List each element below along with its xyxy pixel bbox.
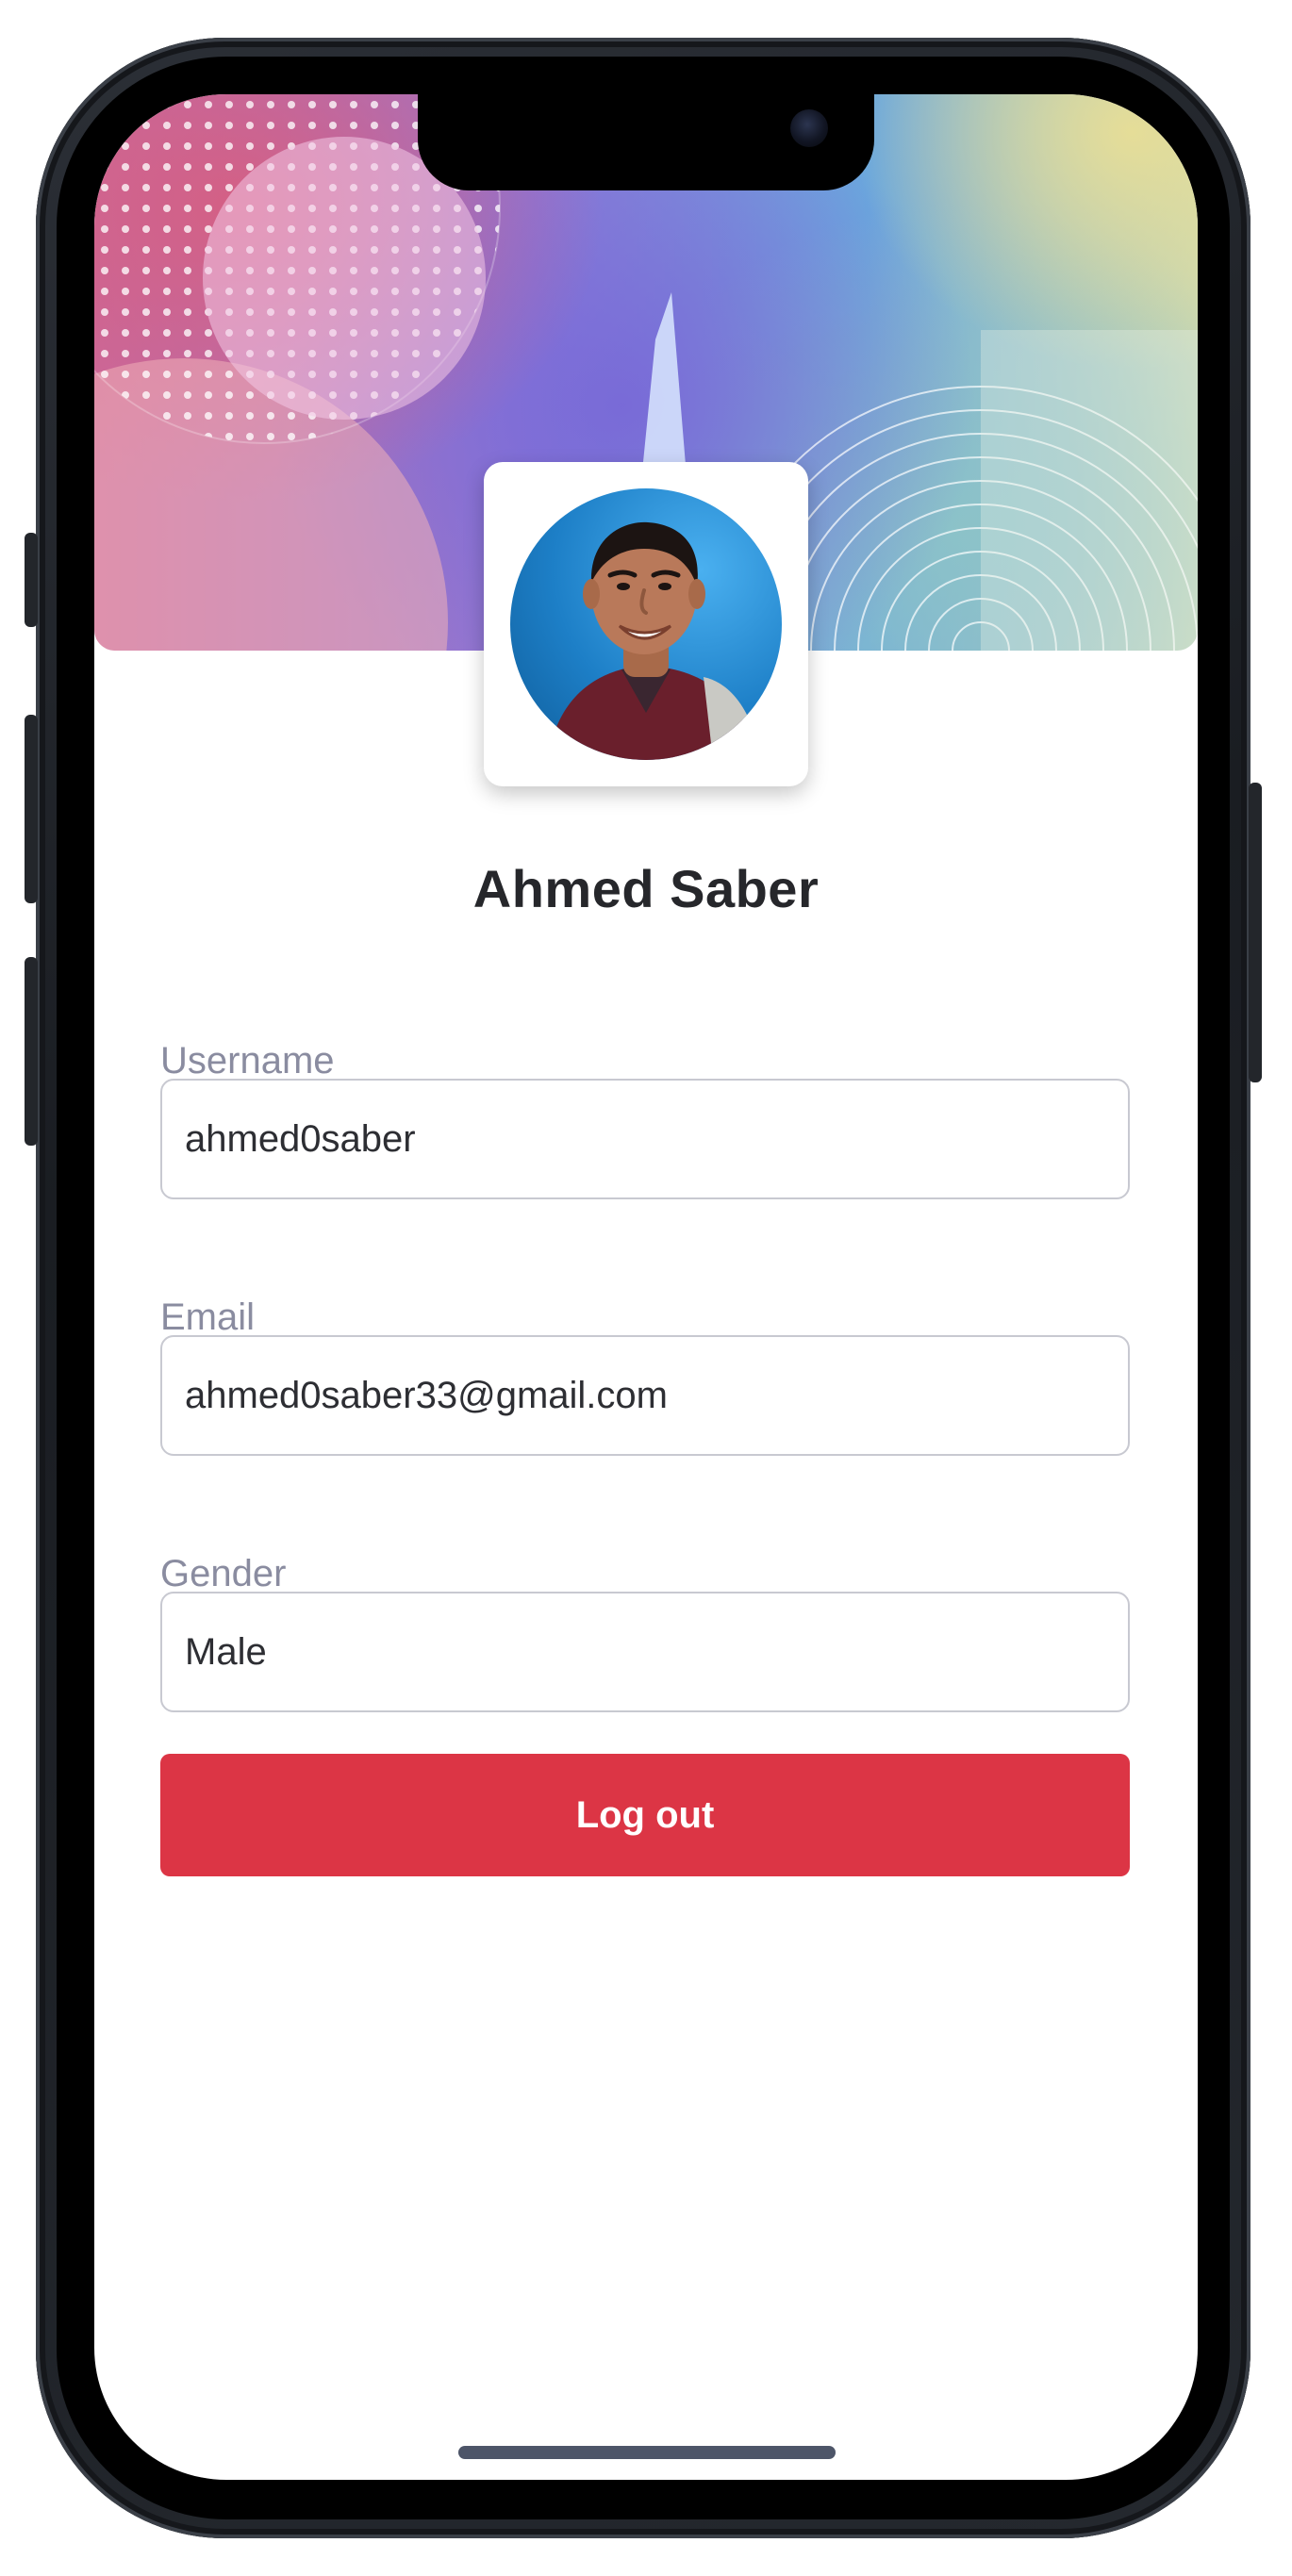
power-button: [1249, 783, 1262, 1082]
gender-label: Gender: [160, 1553, 287, 1594]
email-label: Email: [160, 1296, 256, 1338]
front-camera-icon: [790, 109, 828, 147]
banner-light-panel: [981, 330, 1198, 651]
phone-mockup: Ahmed Saber Username ahmed0saber Email a…: [0, 0, 1292, 2576]
user-photo-icon: [548, 521, 757, 760]
email-field[interactable]: ahmed0saber33@gmail.com: [160, 1335, 1130, 1456]
gender-field[interactable]: Male: [160, 1592, 1130, 1712]
home-indicator[interactable]: [458, 2446, 836, 2459]
volume-up-button: [25, 715, 38, 903]
profile-name: Ahmed Saber: [472, 859, 820, 918]
email-value: ahmed0saber33@gmail.com: [185, 1374, 668, 1416]
gender-value: Male: [185, 1630, 267, 1673]
camera-notch: [418, 94, 874, 190]
avatar-card: [484, 462, 808, 786]
username-label: Username: [160, 1040, 335, 1082]
username-value: ahmed0saber: [185, 1117, 416, 1160]
profile-screen: Ahmed Saber Username ahmed0saber Email a…: [94, 94, 1198, 2480]
logout-button[interactable]: Log out: [160, 1754, 1130, 1876]
volume-down-button: [25, 957, 38, 1146]
action-button: [25, 533, 38, 627]
avatar[interactable]: [510, 488, 782, 760]
username-field[interactable]: ahmed0saber: [160, 1079, 1130, 1199]
